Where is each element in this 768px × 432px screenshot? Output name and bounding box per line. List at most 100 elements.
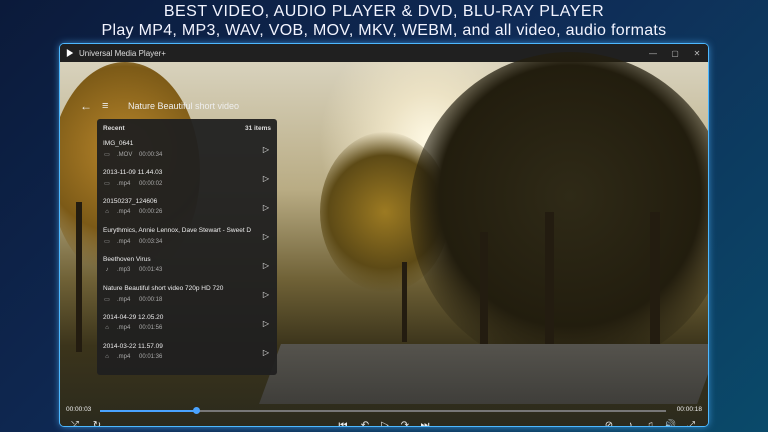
control-bar: ⤮ ↻ ⏮ ↶ ▷ ↷ ⏭ ⊘ ♪ ♫ 🔊 ⤢ xyxy=(60,420,708,426)
item-duration: 00:03:34 xyxy=(139,238,163,245)
app-window: Universal Media Player+ — ▢ ✕ ← ≡ Nature… xyxy=(60,44,708,426)
item-meta: ▭ .mp4 00:03:34 xyxy=(103,238,163,246)
list-item[interactable]: Beethoven Virus ♪ .mp3 00:01:43 ▷ xyxy=(97,252,277,281)
item-meta: ▭ .MOV 00:00:34 xyxy=(103,151,163,159)
recent-title: Recent xyxy=(103,125,125,132)
video-icon: ▭ xyxy=(104,181,110,187)
video-icon: ▭ xyxy=(104,297,110,303)
item-meta: ▭ .mp4 00:00:02 xyxy=(103,180,163,188)
list-item[interactable]: 2013-11-09 11.44.03 ▭ .mp4 00:00:02 ▷ xyxy=(97,165,277,194)
minimize-button[interactable]: — xyxy=(642,49,664,58)
item-ext: .MOV xyxy=(117,151,133,158)
item-name: 20150237_124606 xyxy=(103,198,158,205)
item-duration: 00:01:43 xyxy=(139,267,163,273)
maximize-button[interactable]: ▢ xyxy=(664,49,686,58)
app-logo-icon xyxy=(66,49,74,57)
recent-panel: Recent 31 items IMG_0641 ▭ .MOV 00:00:34 ▷ 20… xyxy=(97,119,277,375)
list-item[interactable]: 20150237_124606 ⌂ .mp4 00:00:26 ▷ xyxy=(97,194,277,223)
item-meta: ⌂ .mp4 00:00:26 xyxy=(103,209,162,215)
seek-bar-fill xyxy=(100,410,197,412)
scene-trunk xyxy=(402,262,407,342)
item-name: Nature Beautiful short video 720p HD 720 xyxy=(103,285,224,292)
video-icon: ▭ xyxy=(104,239,110,245)
item-ext: .mp3 xyxy=(117,267,131,273)
playback-speed-icon[interactable]: ♫ xyxy=(643,420,657,426)
shuffle-icon[interactable]: ⤮ xyxy=(68,420,82,426)
play-item-icon[interactable]: ▷ xyxy=(263,203,269,212)
item-duration: 00:00:26 xyxy=(139,209,163,215)
item-duration: 00:00:18 xyxy=(139,296,163,303)
video-icon: ▭ xyxy=(104,152,110,158)
window-title: Universal Media Player+ xyxy=(79,48,166,58)
play-item-icon[interactable]: ▷ xyxy=(263,319,269,328)
play-item-icon[interactable]: ▷ xyxy=(263,145,269,154)
item-duration: 00:00:02 xyxy=(139,180,163,187)
item-duration: 00:01:36 xyxy=(139,354,163,360)
audio-track-icon[interactable]: ♪ xyxy=(623,420,637,426)
timeline: 00:00:03 00:00:18 xyxy=(60,405,708,417)
item-name: Beethoven Virus xyxy=(103,256,151,263)
item-meta: ▭ .mp4 00:00:18 xyxy=(103,296,163,304)
item-name: Eurythmics, Annie Lennox, Dave Stewart -… xyxy=(103,227,251,234)
item-duration: 00:01:56 xyxy=(139,325,163,331)
lock-icon: ⌂ xyxy=(105,209,109,215)
subtitle-off-icon[interactable]: ⊘ xyxy=(602,420,616,426)
item-ext: .mp4 xyxy=(117,296,131,303)
item-name: 2014-04-29 12.05.20 xyxy=(103,314,164,321)
item-name: 2014-03-22 11.57.09 xyxy=(103,343,163,350)
item-ext: .mp4 xyxy=(117,325,131,331)
item-ext: .mp4 xyxy=(117,354,131,360)
scene-trunk xyxy=(480,232,488,352)
scene-trunk xyxy=(76,202,82,352)
forward-icon[interactable]: ↷ xyxy=(398,420,412,426)
item-name: IMG_0641 xyxy=(103,140,134,147)
scene-road xyxy=(259,344,708,404)
list-item[interactable]: 2014-04-29 12.05.20 ⌂ .mp4 00:01:56 ▷ xyxy=(97,310,277,339)
item-meta: ♪ .mp3 00:01:43 xyxy=(103,267,163,273)
repeat-icon[interactable]: ↻ xyxy=(90,420,104,426)
play-item-icon[interactable]: ▷ xyxy=(263,174,269,183)
list-item[interactable]: 2014-03-22 11.57.09 ⌂ .mp4 00:01:36 ▷ xyxy=(97,339,277,368)
lock-icon: ⌂ xyxy=(105,354,109,360)
item-meta: ⌂ .mp4 00:01:36 xyxy=(103,354,162,360)
current-time: 00:00:03 xyxy=(66,406,92,413)
promo-headline: BEST VIDEO, AUDIO PLAYER & DVD, BLU-RAY … xyxy=(163,3,605,20)
play-icon[interactable]: ▷ xyxy=(378,420,392,426)
item-ext: .mp4 xyxy=(117,209,131,215)
item-name: 2013-11-09 11.44.03 xyxy=(103,169,163,176)
close-button[interactable]: ✕ xyxy=(686,49,708,58)
music-icon: ♪ xyxy=(105,267,109,273)
play-item-icon[interactable]: ▷ xyxy=(263,290,269,299)
scene-trunk xyxy=(650,212,660,352)
scene-tree-right xyxy=(410,52,708,372)
seek-bar[interactable] xyxy=(100,407,666,414)
video-surface[interactable]: ← ≡ Nature Beautiful short video Recent … xyxy=(60,52,708,426)
player-top-bar: ← ≡ Nature Beautiful short video xyxy=(80,99,239,113)
back-arrow-icon[interactable]: ← xyxy=(80,99,92,113)
lock-icon: ⌂ xyxy=(105,325,109,331)
item-duration: 00:00:34 xyxy=(139,151,163,158)
item-meta: ⌂ .mp4 00:01:56 xyxy=(103,325,162,331)
item-ext: .mp4 xyxy=(117,180,131,187)
list-item[interactable]: Eurythmics, Annie Lennox, Dave Stewart -… xyxy=(97,223,277,252)
item-ext: .mp4 xyxy=(117,238,131,245)
now-playing-title: Nature Beautiful short video xyxy=(128,101,240,111)
volume-icon[interactable]: 🔊 xyxy=(663,420,677,426)
fullscreen-icon[interactable]: ⤢ xyxy=(684,420,698,426)
recent-count: 31 items xyxy=(244,125,271,132)
total-time: 00:00:18 xyxy=(676,406,702,413)
recent-header: Recent 31 items xyxy=(97,119,277,136)
play-item-icon[interactable]: ▷ xyxy=(263,348,269,357)
play-item-icon[interactable]: ▷ xyxy=(263,232,269,241)
recent-list: IMG_0641 ▭ .MOV 00:00:34 ▷ 2013-11-09 11.44.0… xyxy=(97,136,277,368)
rewind-icon[interactable]: ↶ xyxy=(358,420,372,426)
list-item[interactable]: Nature Beautiful short video 720p HD 720… xyxy=(97,281,277,310)
previous-icon[interactable]: ⏮ xyxy=(336,420,350,426)
scene-trunk xyxy=(545,212,554,352)
promo-subheadline: Play MP4, MP3, WAV, VOB, MOV, MKV, WEBM,… xyxy=(101,22,667,39)
next-icon[interactable]: ⏭ xyxy=(418,420,432,426)
playlist-icon[interactable]: ≡ xyxy=(102,100,114,112)
play-item-icon[interactable]: ▷ xyxy=(263,261,269,270)
seek-thumb[interactable] xyxy=(193,407,201,414)
list-item[interactable]: IMG_0641 ▭ .MOV 00:00:34 ▷ xyxy=(97,136,277,165)
